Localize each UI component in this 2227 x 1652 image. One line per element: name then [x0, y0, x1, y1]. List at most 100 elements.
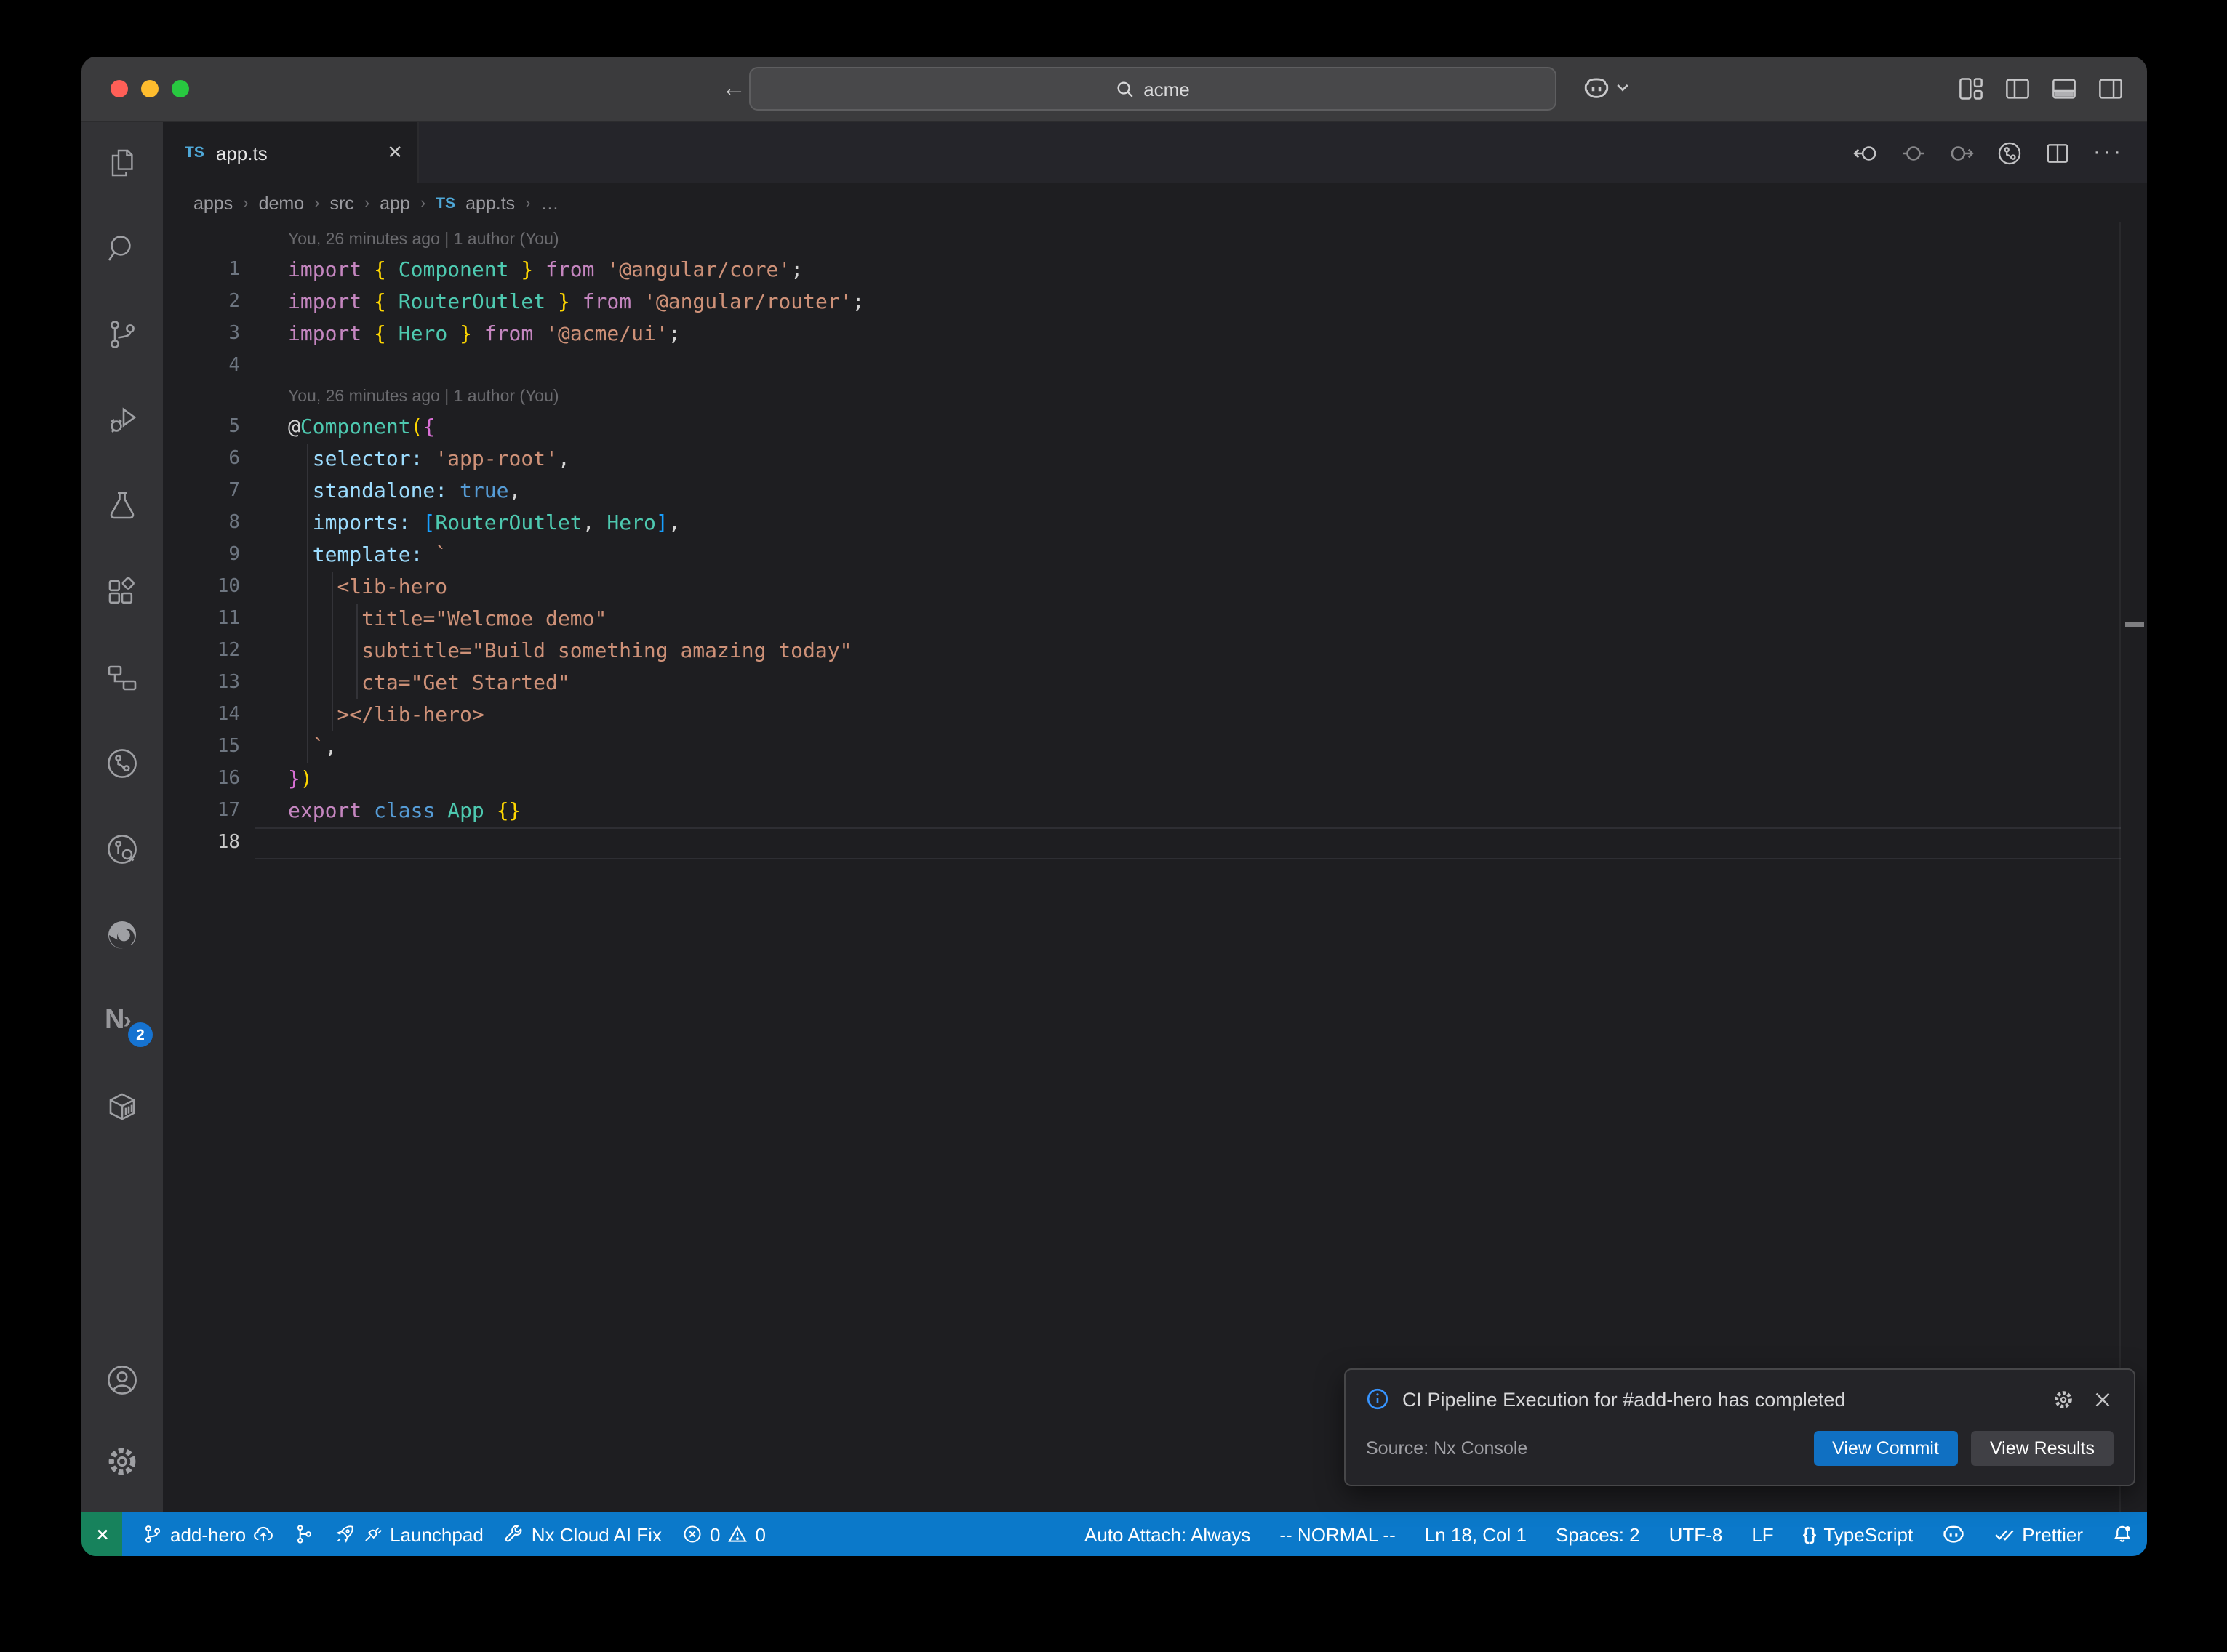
command-center-search[interactable]: acme	[749, 67, 1556, 111]
previous-change-icon[interactable]	[1853, 140, 1878, 165]
tab-app-ts[interactable]: TS app.ts ✕	[163, 122, 419, 183]
code-line[interactable]: 12 subtitle="Build something amazing tod…	[163, 635, 2121, 667]
copilot-menu[interactable]	[1583, 74, 1629, 102]
notification-settings-gear-icon[interactable]	[2052, 1388, 2074, 1410]
status-item-launchpad[interactable]: Launchpad	[326, 1523, 492, 1545]
tab-label: app.ts	[216, 142, 268, 164]
notification-toast: CI Pipeline Execution for #add-hero has …	[1344, 1368, 2135, 1486]
breadcrumb-item-file[interactable]: app.ts	[465, 193, 515, 213]
status-item-auto-attach[interactable]: Auto Attach: Always	[1076, 1523, 1259, 1545]
split-editor-icon[interactable]	[2045, 140, 2070, 165]
view-commit-button[interactable]: View Commit	[1813, 1431, 1958, 1466]
containers-icon[interactable]	[105, 1089, 140, 1124]
testing-icon[interactable]	[105, 489, 140, 524]
code-line[interactable]: 17export class App {}	[163, 795, 2121, 827]
code-text: selector: 'app-root',	[240, 444, 570, 476]
close-window-button[interactable]	[111, 80, 128, 97]
status-item-branch[interactable]: add-hero	[134, 1523, 282, 1545]
nx-console-icon[interactable]: N› 2	[105, 1003, 140, 1038]
code-line[interactable]: 15 `,	[163, 731, 2121, 763]
status-item-copilot-status[interactable]	[1933, 1523, 1974, 1546]
status-item-eol[interactable]: LF	[1743, 1523, 1782, 1545]
current-change-icon[interactable]	[1901, 140, 1926, 165]
code-line[interactable]: 3import { Hero } from '@acme/ui';	[163, 318, 2121, 350]
code-token	[533, 259, 545, 282]
run-debug-icon[interactable]	[105, 403, 140, 438]
toggle-secondary-sidebar-icon[interactable]	[2098, 76, 2124, 102]
code-line[interactable]: 2import { RouterOutlet } from '@angular/…	[163, 286, 2121, 318]
code-line[interactable]: 9 template: `	[163, 540, 2121, 572]
status-item-prettier[interactable]: Prettier	[1986, 1523, 2092, 1545]
accounts-icon[interactable]	[105, 1363, 140, 1398]
code-line[interactable]: 11 title="Welcmoe demo"	[163, 604, 2121, 635]
code-line[interactable]: 4	[163, 350, 2121, 382]
toggle-panel-icon[interactable]	[2051, 76, 2077, 102]
search-icon	[1116, 79, 1135, 98]
nx-circle-branch-icon[interactable]	[105, 746, 140, 781]
toggle-primary-sidebar-icon[interactable]	[2004, 76, 2031, 102]
breadcrumb-symbol-tail[interactable]: …	[541, 193, 559, 213]
code-token	[288, 672, 361, 695]
settings-gear-icon[interactable]	[105, 1444, 140, 1479]
go-back-button[interactable]: ←	[721, 74, 746, 103]
nx-circle-branch-search-icon[interactable]	[105, 832, 140, 867]
code-line[interactable]: 7 standalone: true,	[163, 476, 2121, 508]
zoom-window-button[interactable]	[172, 80, 189, 97]
explorer-icon[interactable]	[105, 145, 140, 180]
next-change-icon[interactable]	[1949, 140, 1974, 165]
chevron-down-icon	[1616, 81, 1629, 95]
code-line[interactable]: 8 imports: [RouterOutlet, Hero],	[163, 508, 2121, 540]
git-blame-annotation[interactable]: You, 26 minutes ago | 1 author (You)	[163, 225, 2121, 254]
status-item-problems[interactable]: 00	[673, 1523, 775, 1545]
code-text: template: `	[240, 540, 447, 572]
code-line[interactable]: 6 selector: 'app-root',	[163, 444, 2121, 476]
edge-tools-icon[interactable]	[105, 918, 140, 953]
code-line[interactable]: 18	[163, 827, 2121, 859]
status-item-label: Auto Attach: Always	[1084, 1523, 1250, 1545]
indent-guide	[332, 572, 333, 731]
code-token: title="Welcmoe demo"	[361, 608, 607, 631]
code-text	[240, 827, 288, 859]
close-notification-icon[interactable]	[2092, 1388, 2114, 1410]
project-hierarchy-icon[interactable]	[105, 660, 140, 695]
code-token: '@angular/core'	[607, 259, 791, 282]
code-token: ,	[583, 512, 607, 535]
nx-badge: 2	[128, 1022, 153, 1047]
status-item-encoding[interactable]: UTF-8	[1660, 1523, 1732, 1545]
customize-layout-icon[interactable]	[1958, 76, 1984, 102]
status-item-vim-mode[interactable]: -- NORMAL --	[1271, 1523, 1404, 1545]
minimize-window-button[interactable]	[141, 80, 159, 97]
remote-indicator[interactable]	[81, 1512, 122, 1556]
breadcrumb-item[interactable]: src	[329, 193, 353, 213]
extensions-icon[interactable]	[105, 574, 140, 609]
code-token	[288, 736, 313, 759]
status-item-git-graph[interactable]	[285, 1524, 323, 1544]
status-item-nx-cloud-ai-fix[interactable]: Nx Cloud AI Fix	[495, 1523, 671, 1545]
code-line[interactable]: 10 <lib-hero	[163, 572, 2121, 604]
nx-graph-icon[interactable]	[1997, 140, 2022, 165]
status-item-indentation[interactable]: Spaces: 2	[1547, 1523, 1649, 1545]
close-tab-icon[interactable]: ✕	[387, 141, 403, 164]
breadcrumb-item[interactable]: demo	[259, 193, 305, 213]
copilot-icon	[1583, 74, 1610, 102]
breadcrumb-item[interactable]: app	[380, 193, 410, 213]
more-actions-icon[interactable]: ···	[2093, 145, 2124, 160]
code-line[interactable]: 13 cta="Get Started"	[163, 667, 2121, 699]
code-line[interactable]: 1import { Component } from '@angular/cor…	[163, 254, 2121, 286]
breadcrumb-item[interactable]: apps	[193, 193, 233, 213]
status-item-notifications-bell[interactable]	[2103, 1524, 2141, 1544]
code-token: App	[447, 800, 484, 823]
code-line[interactable]: 16})	[163, 763, 2121, 795]
status-item-cursor-position[interactable]: Ln 18, Col 1	[1416, 1523, 1535, 1545]
search-icon[interactable]	[105, 231, 140, 266]
line-number: 10	[163, 572, 240, 604]
git-blame-annotation[interactable]: You, 26 minutes ago | 1 author (You)	[163, 382, 2121, 412]
status-item-label: Prettier	[2022, 1523, 2083, 1545]
source-control-icon[interactable]	[105, 317, 140, 352]
status-item-language-mode[interactable]: {}TypeScript	[1794, 1523, 1922, 1545]
code-editor[interactable]: You, 26 minutes ago | 1 author (You)1imp…	[163, 222, 2147, 1512]
editor-scrollbar[interactable]	[2119, 222, 2147, 1512]
code-line[interactable]: 5@Component({	[163, 412, 2121, 444]
code-line[interactable]: 14 ></lib-hero>	[163, 699, 2121, 731]
view-results-button[interactable]: View Results	[1971, 1431, 2114, 1466]
